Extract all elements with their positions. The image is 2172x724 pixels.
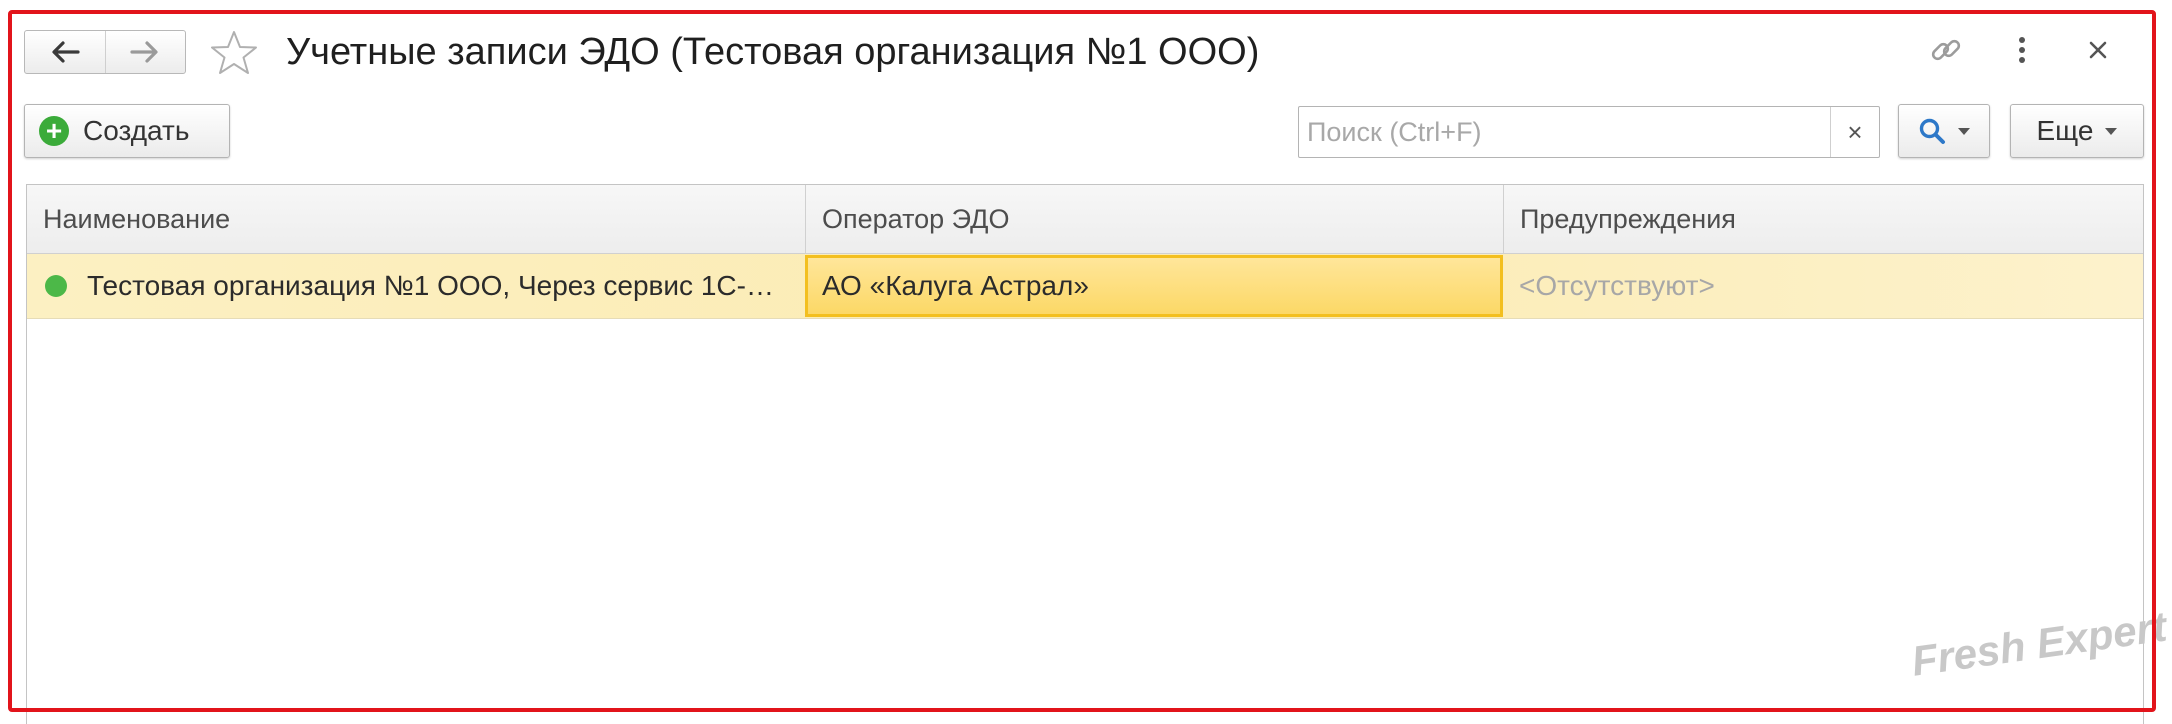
highlight-frame — [8, 10, 2156, 712]
